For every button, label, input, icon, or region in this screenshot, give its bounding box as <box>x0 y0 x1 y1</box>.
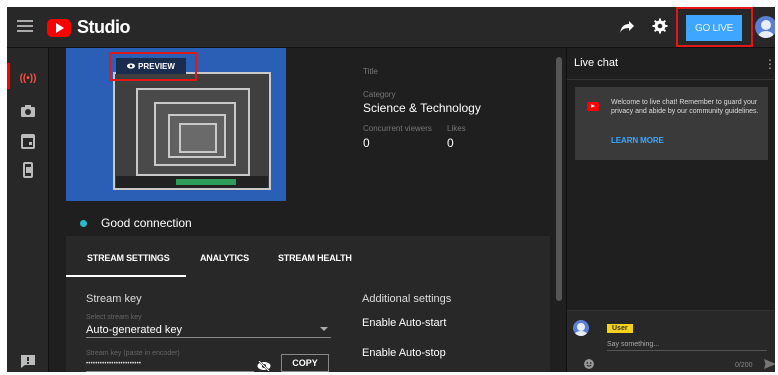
youtube-small-icon <box>587 102 599 111</box>
chat-avatar-icon <box>573 320 589 336</box>
tab-analytics[interactable]: ANALYTICS <box>200 253 249 263</box>
left-rail: ((•)) <box>7 48 49 372</box>
settings-card: STREAM SETTINGS ANALYTICS STREAM HEALTH … <box>66 236 550 372</box>
preview-label: PREVIEW <box>138 61 175 71</box>
category-value: Science & Technology <box>363 101 481 115</box>
chat-input-area: User Say something... 0/200 <box>567 310 775 372</box>
studio-window: Studio GO LIVE ((•)) PREVIEW Title Categ… <box>7 7 775 372</box>
title-label: Title <box>363 67 378 76</box>
main-scrollbar[interactable] <box>556 57 562 301</box>
connection-status: Good connection <box>80 216 192 230</box>
key-value: •••••••••••••••••••••••• <box>86 361 142 367</box>
connection-text: Good connection <box>101 216 192 230</box>
emoji-icon[interactable] <box>584 359 594 369</box>
youtube-logo-icon <box>47 18 71 37</box>
user-badge: User <box>607 324 633 333</box>
additional-settings-title: Additional settings <box>362 293 452 305</box>
go-live-button[interactable]: GO LIVE <box>686 15 742 41</box>
eye-icon <box>127 63 136 69</box>
eye-off-icon[interactable] <box>257 361 271 371</box>
chevron-down-icon <box>320 327 328 331</box>
camera-icon[interactable] <box>19 103 37 119</box>
select-value: Auto-generated key <box>86 324 183 336</box>
copy-button[interactable]: COPY <box>281 354 329 372</box>
feedback-icon[interactable] <box>19 353 37 369</box>
active-tab-indicator <box>66 275 186 277</box>
auto-start-toggle-label[interactable]: Enable Auto-start <box>362 317 446 329</box>
avatar-icon[interactable] <box>755 16 775 38</box>
main-panel: PREVIEW Title Category Science & Technol… <box>50 48 550 372</box>
chat-header: Live chat ⋮ <box>567 48 775 80</box>
menu-icon[interactable] <box>17 20 33 34</box>
rail-active-indicator <box>7 63 10 89</box>
chat-welcome-card: Welcome to live chat! Remember to guard … <box>575 87 768 160</box>
char-counter: 0/200 <box>735 362 753 369</box>
tab-stream-settings[interactable]: STREAM SETTINGS <box>87 253 170 263</box>
viewers-value: 0 <box>363 136 370 150</box>
preview-window-5 <box>179 123 217 153</box>
youtube-studio-logo[interactable]: Studio <box>47 17 131 38</box>
live-chat-panel: Live chat ⋮ Welcome to live chat! Rememb… <box>566 48 775 372</box>
stream-key-select[interactable]: Select stream key Auto-generated key <box>86 314 331 338</box>
chat-title: Live chat <box>574 57 619 69</box>
preview-badge: PREVIEW <box>116 58 186 74</box>
auto-stop-toggle-label[interactable]: Enable Auto-stop <box>362 347 446 359</box>
select-label: Select stream key <box>86 314 142 321</box>
live-icon[interactable]: ((•)) <box>19 70 37 86</box>
share-icon[interactable] <box>619 20 635 34</box>
send-icon[interactable] <box>764 359 775 369</box>
status-dot <box>80 219 87 227</box>
top-bar: Studio GO LIVE <box>7 7 775 48</box>
gear-icon[interactable] <box>652 18 668 34</box>
category-label: Category <box>363 90 396 99</box>
stream-key-title: Stream key <box>86 293 142 305</box>
learn-more-link[interactable]: LEARN MORE <box>611 136 664 145</box>
likes-label: Likes <box>447 124 466 133</box>
chat-message-input[interactable]: Say something... <box>607 341 767 351</box>
more-vert-icon[interactable]: ⋮ <box>764 57 775 71</box>
likes-value: 0 <box>447 136 454 150</box>
key-label: Stream key (paste in encoder) <box>86 350 180 357</box>
mobile-icon[interactable] <box>19 162 37 178</box>
preview-meter <box>176 179 236 185</box>
tab-stream-health[interactable]: STREAM HEALTH <box>278 253 352 263</box>
app-title: Studio <box>77 17 131 37</box>
viewers-label: Concurrent viewers <box>363 124 432 133</box>
stream-key-field[interactable]: Stream key (paste in encoder) ••••••••••… <box>86 350 254 372</box>
calendar-icon[interactable] <box>19 133 37 149</box>
welcome-message: Welcome to live chat! Remember to guard … <box>611 99 759 115</box>
